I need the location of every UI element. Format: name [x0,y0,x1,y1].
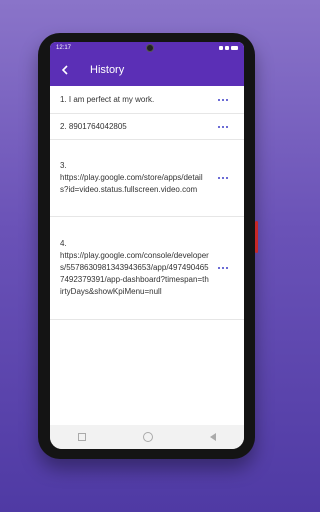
phone-side-button [255,221,258,253]
status-time: 12:17 [56,45,72,51]
history-item[interactable]: 4. https://play.google.com/console/devel… [50,217,244,320]
history-item[interactable]: 2. 8901764042805 [50,114,244,140]
app-toolbar: History [50,54,244,86]
history-item-text: 2. 8901764042805 [60,121,127,131]
more-options-icon[interactable] [212,98,234,101]
app-screen: 12:17 History 1. I am perfect at my work… [50,42,244,449]
history-item[interactable]: 3. https://play.google.com/store/apps/de… [50,140,244,217]
signal-icon [219,46,223,50]
recent-apps-icon[interactable] [78,433,87,441]
system-navigation-bar [50,425,244,449]
history-item-text: 4. https://play.google.com/console/devel… [60,239,209,296]
history-item-text: 1. I am perfect at my work. [60,94,155,104]
toolbar-title: History [90,64,125,76]
wifi-icon [225,46,229,50]
front-camera [146,44,154,52]
battery-icon [231,46,238,50]
history-item-text: 3. https://play.google.com/store/apps/de… [60,161,203,194]
status-icons [219,46,238,50]
history-list: 1. I am perfect at my work. 2. 890176404… [50,86,244,320]
history-item[interactable]: 1. I am perfect at my work. [50,86,244,114]
status-bar: 12:17 [50,42,244,54]
home-icon[interactable] [142,432,153,442]
back-triangle-icon[interactable] [209,433,216,441]
more-options-icon[interactable] [212,125,234,128]
back-arrow-icon[interactable] [50,54,80,86]
more-options-icon[interactable] [212,177,234,179]
more-options-icon[interactable] [212,267,234,269]
